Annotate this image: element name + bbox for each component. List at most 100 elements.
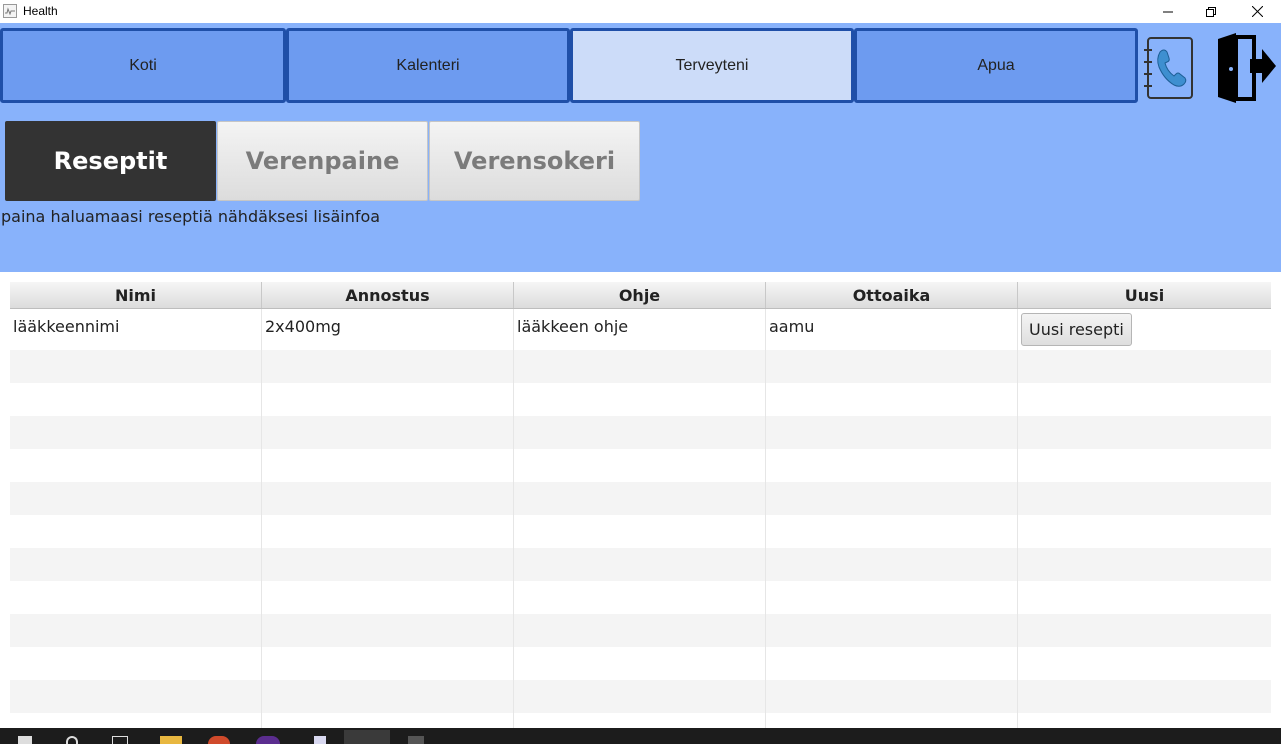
column-header-nimi[interactable]: Nimi <box>10 282 262 308</box>
tab-reseptit-label: Reseptit <box>53 147 168 175</box>
empty-table-row <box>10 449 1271 482</box>
empty-cell <box>766 449 1018 482</box>
restore-button[interactable] <box>1188 0 1234 23</box>
column-header-annostus[interactable]: Annostus <box>262 282 514 308</box>
app-icon-taskbar[interactable] <box>314 736 326 744</box>
empty-table-row <box>10 350 1271 383</box>
tab-reseptit[interactable]: Reseptit <box>5 121 216 201</box>
hint-text: paina haluamaasi reseptiä nähdäksesi lis… <box>1 207 381 226</box>
close-button[interactable] <box>1234 0 1280 23</box>
empty-cell <box>514 515 766 548</box>
empty-cell <box>1018 680 1271 713</box>
nav-kalenteri-button[interactable]: Kalenteri <box>286 28 570 103</box>
empty-cell <box>262 713 514 728</box>
tab-verensokeri[interactable]: Verensokeri <box>429 121 640 201</box>
empty-cell <box>766 383 1018 416</box>
empty-cell <box>766 416 1018 449</box>
empty-cell <box>10 515 262 548</box>
nav-apua-button[interactable]: Apua <box>854 28 1138 103</box>
empty-cell <box>1018 449 1271 482</box>
empty-cell <box>10 548 262 581</box>
empty-cell <box>1018 614 1271 647</box>
empty-cell <box>766 482 1018 515</box>
nav-apua-label: Apua <box>977 56 1015 74</box>
empty-cell <box>514 482 766 515</box>
window-title: Health <box>23 4 58 18</box>
empty-table-row <box>10 581 1271 614</box>
empty-cell <box>10 482 262 515</box>
new-prescription-button[interactable]: Uusi resepti <box>1021 313 1132 346</box>
empty-table-row <box>10 713 1271 728</box>
minimize-icon <box>1163 11 1173 12</box>
empty-cell <box>766 581 1018 614</box>
empty-table-row <box>10 515 1271 548</box>
active-app-taskbar[interactable] <box>344 730 390 744</box>
minimize-button[interactable] <box>1145 0 1191 23</box>
empty-table-row <box>10 416 1271 449</box>
empty-cell <box>262 482 514 515</box>
empty-cell <box>514 647 766 680</box>
empty-cell <box>262 548 514 581</box>
browser-icon[interactable] <box>256 736 280 744</box>
empty-cell <box>10 680 262 713</box>
empty-cell <box>1018 383 1271 416</box>
empty-table-row <box>10 548 1271 581</box>
os-taskbar <box>0 728 1281 744</box>
empty-cell <box>1018 515 1271 548</box>
start-icon[interactable] <box>18 736 32 744</box>
empty-cell <box>1018 350 1271 383</box>
column-header-uusi[interactable]: Uusi <box>1018 282 1271 308</box>
empty-cell <box>514 416 766 449</box>
task-view-icon[interactable] <box>112 736 128 744</box>
nav-kalenteri-label: Kalenteri <box>396 56 460 74</box>
empty-cell <box>262 416 514 449</box>
tab-verensokeri-label: Verensokeri <box>453 147 616 175</box>
empty-cell <box>262 614 514 647</box>
empty-cell <box>10 449 262 482</box>
nav-terveyteni-button[interactable]: Terveyteni <box>570 28 854 103</box>
empty-cell <box>514 713 766 728</box>
cell-ottoaika: aamu <box>766 309 1018 350</box>
empty-cell <box>262 680 514 713</box>
search-icon[interactable] <box>66 736 78 744</box>
empty-cell <box>1018 482 1271 515</box>
nav-koti-button[interactable]: Koti <box>0 28 286 103</box>
cell-nimi: lääkkeennimi <box>10 309 262 350</box>
powerpoint-icon[interactable] <box>208 736 230 744</box>
empty-cell <box>514 449 766 482</box>
phone-book-icon[interactable] <box>1142 36 1194 100</box>
empty-cell <box>10 647 262 680</box>
empty-cell <box>766 680 1018 713</box>
empty-table-row <box>10 482 1271 515</box>
column-header-ottoaika[interactable]: Ottoaika <box>766 282 1018 308</box>
column-header-ohje[interactable]: Ohje <box>514 282 766 308</box>
tab-verenpaine-label: Verenpaine <box>245 147 400 175</box>
empty-cell <box>10 614 262 647</box>
exit-door-icon[interactable] <box>1214 33 1278 103</box>
empty-cell <box>262 647 514 680</box>
empty-cell <box>10 713 262 728</box>
empty-cell <box>514 548 766 581</box>
prescription-table[interactable]: Nimi Annostus Ohje Ottoaika Uusi lääkkee… <box>10 282 1271 728</box>
window-titlebar: Health <box>0 0 1281 23</box>
empty-table-row <box>10 680 1271 713</box>
empty-cell <box>10 581 262 614</box>
header-panel: Koti Kalenteri Terveyteni Apua Reseptit … <box>0 23 1281 272</box>
tab-verenpaine[interactable]: Verenpaine <box>217 121 428 201</box>
empty-cell <box>262 515 514 548</box>
empty-cell <box>10 350 262 383</box>
table-row[interactable]: lääkkeennimi 2x400mg lääkkeen ohje aamu … <box>10 309 1271 350</box>
app-icon-taskbar-2[interactable] <box>408 736 424 744</box>
empty-cell <box>1018 713 1271 728</box>
empty-cell <box>514 614 766 647</box>
empty-cell <box>262 581 514 614</box>
nav-terveyteni-label: Terveyteni <box>675 56 749 74</box>
empty-cell <box>262 449 514 482</box>
empty-cell <box>766 647 1018 680</box>
empty-table-row <box>10 614 1271 647</box>
file-explorer-icon[interactable] <box>160 736 182 744</box>
empty-table-row <box>10 383 1271 416</box>
empty-cell <box>1018 416 1271 449</box>
cell-ohje: lääkkeen ohje <box>514 309 766 350</box>
empty-cell <box>10 416 262 449</box>
